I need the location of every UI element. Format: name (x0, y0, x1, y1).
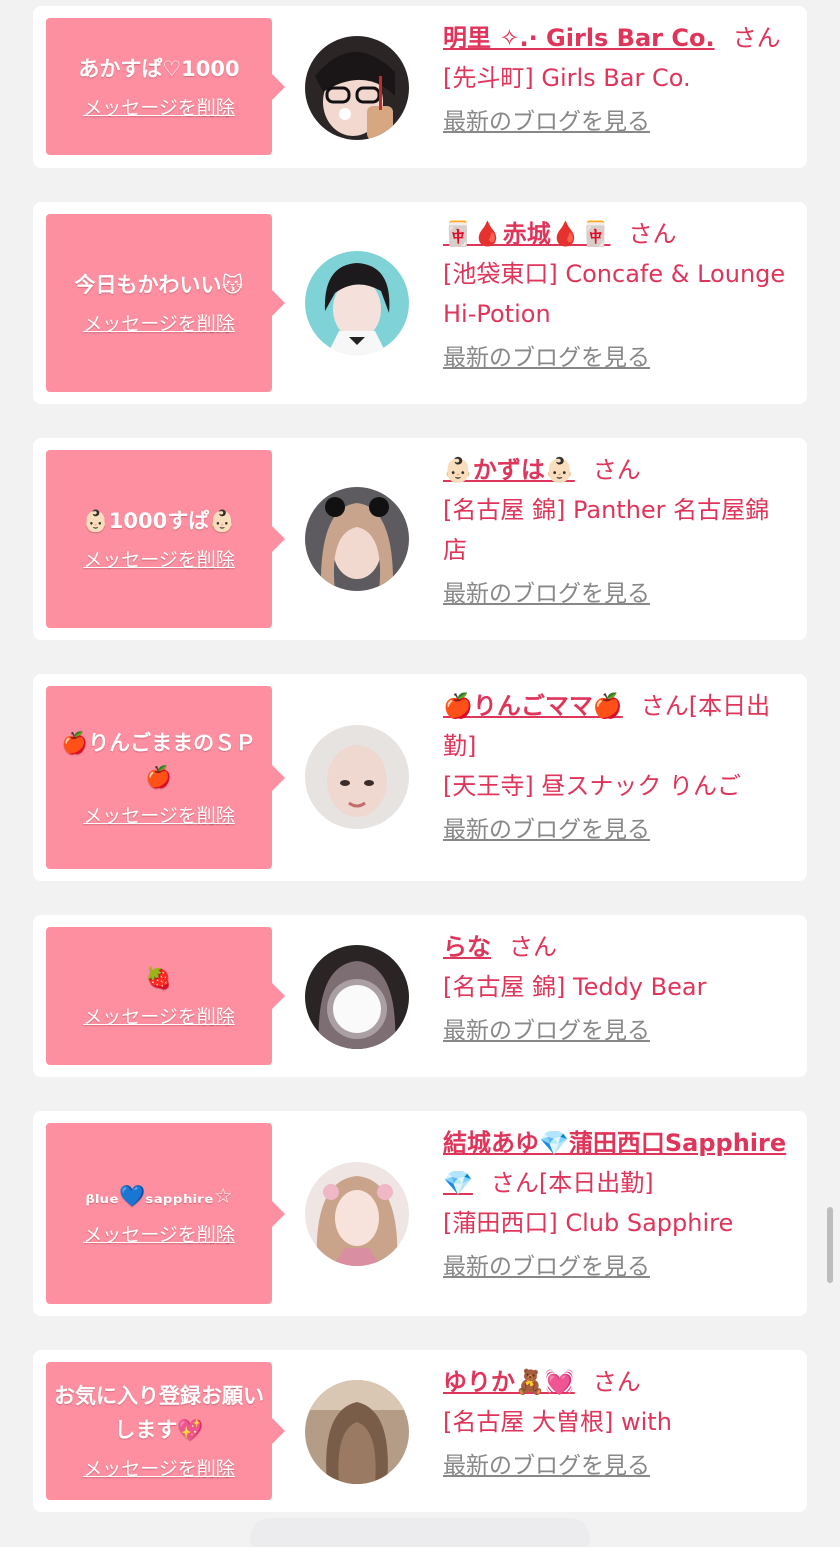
shop-name: [先斗町] Girls Bar Co. (443, 64, 691, 92)
avatar[interactable] (305, 1162, 409, 1266)
avatar[interactable] (305, 725, 409, 829)
cast-info: 👶🏻かずは👶🏻 さん [名古屋 錦] Panther 名古屋錦店 最新のブログを見… (443, 450, 793, 614)
delete-message-link[interactable]: メッセージを削除 (83, 546, 235, 574)
work-status: [本日出勤] (538, 1169, 654, 1197)
latest-blog-link[interactable]: 最新のブログを見る (443, 574, 650, 614)
delete-message-link[interactable]: メッセージを削除 (83, 802, 235, 830)
delete-message-link[interactable]: メッセージを削除 (83, 94, 235, 122)
cast-name-link[interactable]: 明里 ✧.· Girls Bar Co. (443, 24, 715, 52)
message-text: 🍎りんごままのＳＰ🍎 (61, 730, 257, 789)
favorite-card: 🍎りんごままのＳＰ🍎 メッセージを削除 🍎りんごママ🍎 さん[本日出勤] [天王寺… (33, 674, 807, 881)
scrollbar-thumb[interactable] (827, 1207, 833, 1283)
cast-name-line: らな さん (443, 927, 793, 967)
cast-info: 結城あゆ💎蒲田西口Sapphire💎 さん[本日出勤] [蒲田西口] Club S… (443, 1123, 793, 1287)
latest-blog-link[interactable]: 最新のブログを見る (443, 1011, 650, 1051)
avatar[interactable] (305, 36, 409, 140)
favorite-card: 👶🏻1000すぱ👶🏻 メッセージを削除 👶🏻かずは👶🏻 さん [名古屋 錦] Pa… (33, 438, 807, 640)
honorific: さん (628, 220, 677, 248)
cast-info: らな さん [名古屋 錦] Teddy Bear 最新のブログを見る (443, 927, 793, 1051)
latest-blog-link[interactable]: 最新のブログを見る (443, 810, 650, 850)
cast-name-line: 🀄🩸赤城🩸🀄 さん (443, 214, 793, 254)
cast-name-link[interactable]: 🀄🩸赤城🩸🀄 (443, 220, 611, 248)
avatar[interactable] (305, 487, 409, 591)
shop-name: [天王寺] 昼スナック りんご (443, 772, 741, 800)
favorite-card: 今日もかわいい😽 メッセージを削除 🀄🩸赤城🩸🀄 さん [池袋東口] Concaf… (33, 202, 807, 404)
avatar[interactable] (305, 251, 409, 355)
favorite-card: あかすぱ♡1000 メッセージを削除 明里 ✧.· Girls Bar Co. さ… (33, 6, 807, 168)
latest-blog-link[interactable]: 最新のブログを見る (443, 1446, 650, 1486)
delete-message-link[interactable]: メッセージを削除 (83, 1003, 235, 1031)
favorite-card: 🍓 メッセージを削除 らな さん [名古屋 錦] Teddy Bear 最新のブロ… (33, 915, 807, 1077)
cast-name-link[interactable]: 🍎りんごママ🍎 (443, 692, 623, 720)
cast-name-line: 👶🏻かずは👶🏻 さん (443, 450, 793, 490)
cast-name-line: 🍎りんごママ🍎 さん[本日出勤] (443, 686, 793, 766)
cast-info: 🍎りんごママ🍎 さん[本日出勤] [天王寺] 昼スナック りんご 最新のブログを見… (443, 686, 793, 850)
cast-name-link[interactable]: 👶🏻かずは👶🏻 (443, 456, 575, 484)
favorite-card: ᵦₗᵤₑ💙ₛₐₚₚₕᵢᵣₑ☆ メッセージを削除 結城あゆ💎蒲田西口Sapphir… (33, 1111, 807, 1316)
avatar[interactable] (305, 945, 409, 1049)
shop-name: [名古屋 錦] Panther 名古屋錦店 (443, 496, 770, 564)
message-bubble: ᵦₗᵤₑ💙ₛₐₚₚₕᵢᵣₑ☆ メッセージを削除 (46, 1123, 285, 1304)
message-bubble: 🍎りんごままのＳＰ🍎 メッセージを削除 (46, 686, 285, 869)
message-bubble: 👶🏻1000すぱ👶🏻 メッセージを削除 (46, 450, 285, 628)
shop-name: [名古屋 大曽根] with (443, 1408, 672, 1436)
delete-message-link[interactable]: メッセージを削除 (83, 1455, 235, 1483)
latest-blog-link[interactable]: 最新のブログを見る (443, 1247, 650, 1287)
cast-name-link[interactable]: らな (443, 933, 491, 961)
favorite-card: お気に入り登録お願いします💖 メッセージを削除 ゆりか🧸💓 さん [名古屋 大曽根… (33, 1350, 807, 1512)
shop-name: [蒲田西口] Club Sapphire (443, 1209, 734, 1237)
message-text: ᵦₗᵤₑ💙ₛₐₚₚₕᵢᵣₑ☆ (85, 1183, 233, 1208)
cast-name-link[interactable]: ゆりか🧸💓 (443, 1368, 575, 1396)
message-text: 今日もかわいい😽 (74, 273, 244, 297)
bottom-edge-shade (250, 1518, 590, 1547)
delete-message-link[interactable]: メッセージを削除 (83, 310, 235, 338)
delete-message-link[interactable]: メッセージを削除 (83, 1221, 235, 1249)
message-text: あかすぱ♡1000 (78, 56, 240, 81)
message-text: 👶🏻1000すぱ👶🏻 (82, 509, 236, 533)
message-bubble: 🍓 メッセージを削除 (46, 927, 285, 1065)
message-text: 🍓 (145, 966, 173, 990)
message-bubble: あかすぱ♡1000 メッセージを削除 (46, 18, 285, 155)
cast-name-line: 明里 ✧.· Girls Bar Co. さん (443, 18, 793, 58)
cast-info: 🀄🩸赤城🩸🀄 さん [池袋東口] Concafe & Lounge Hi-Poti… (443, 214, 793, 378)
honorific: さん (640, 692, 689, 720)
message-bubble: お気に入り登録お願いします💖 メッセージを削除 (46, 1362, 285, 1500)
cast-info: ゆりか🧸💓 さん [名古屋 大曽根] with 最新のブログを見る (443, 1362, 793, 1486)
shop-name: [名古屋 錦] Teddy Bear (443, 973, 707, 1001)
message-bubble: 今日もかわいい😽 メッセージを削除 (46, 214, 285, 392)
honorific: さん (509, 933, 557, 961)
shop-name: [池袋東口] Concafe & Lounge Hi-Potion (443, 260, 786, 328)
latest-blog-link[interactable]: 最新のブログを見る (443, 102, 650, 142)
honorific: さん (592, 1368, 641, 1396)
message-text: お気に入り登録お願いします💖 (54, 1384, 264, 1442)
avatar[interactable] (305, 1380, 409, 1484)
cast-name-line: 結城あゆ💎蒲田西口Sapphire💎 さん[本日出勤] (443, 1123, 793, 1203)
latest-blog-link[interactable]: 最新のブログを見る (443, 338, 650, 378)
cast-info: 明里 ✧.· Girls Bar Co. さん [先斗町] Girls Bar C… (443, 18, 793, 142)
cast-name-line: ゆりか🧸💓 さん (443, 1362, 793, 1402)
honorific: さん (490, 1169, 539, 1197)
honorific: さん (732, 24, 781, 52)
honorific: さん (592, 456, 641, 484)
